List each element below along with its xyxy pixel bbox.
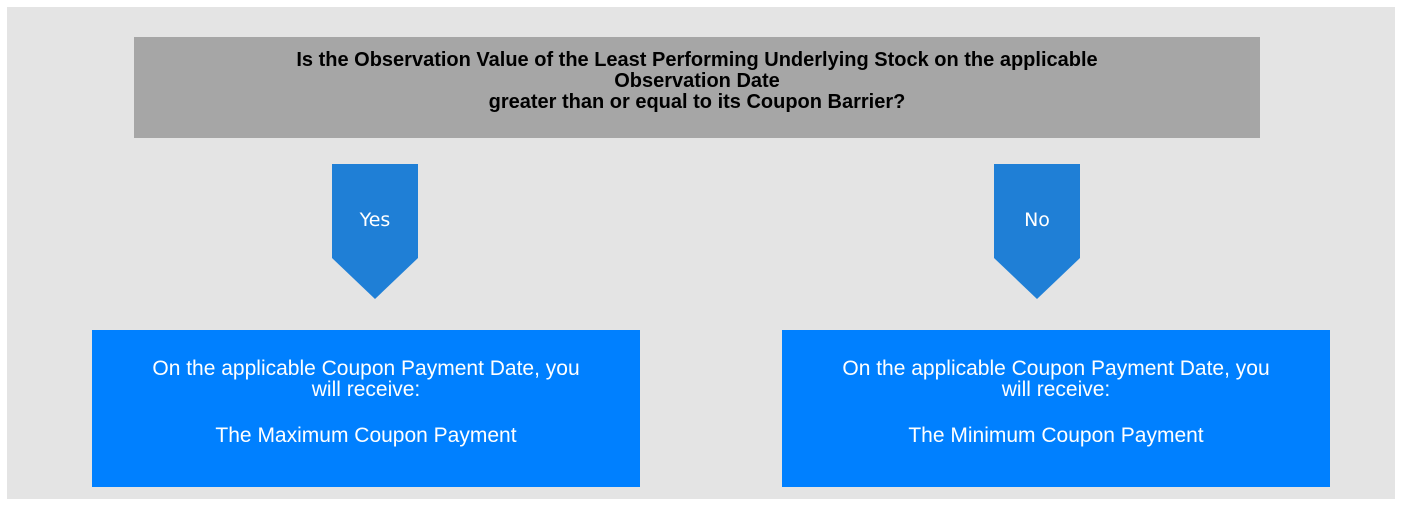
yes-outcome-box: On the applicable Coupon Payment Date, y… <box>92 330 640 487</box>
down-arrow-icon <box>332 164 418 299</box>
yes-label: Yes <box>359 209 391 231</box>
yes-outcome-payment: The Maximum Coupon Payment <box>215 424 517 447</box>
yes-outcome-line-2: will receive: <box>311 378 421 401</box>
diagram-canvas: Is the Observation Value of the Least Pe… <box>7 7 1395 499</box>
down-arrow-icon <box>994 164 1080 299</box>
yes-outcome-line-1: On the applicable Coupon Payment Date, y… <box>152 357 580 380</box>
no-outcome-line-1: On the applicable Coupon Payment Date, y… <box>842 357 1270 380</box>
no-arrow: No <box>994 164 1080 299</box>
yes-arrow: Yes <box>332 164 418 299</box>
question-line-1: Is the Observation Value of the Least Pe… <box>296 49 1098 71</box>
question-line-2: Observation Date <box>614 70 780 92</box>
no-label: No <box>1024 209 1050 231</box>
no-outcome-box: On the applicable Coupon Payment Date, y… <box>782 330 1330 487</box>
question-line-3: greater than or equal to its Coupon Barr… <box>488 91 906 113</box>
no-outcome-payment: The Minimum Coupon Payment <box>908 424 1204 447</box>
question-box: Is the Observation Value of the Least Pe… <box>134 37 1260 138</box>
no-outcome-line-2: will receive: <box>1001 378 1111 401</box>
